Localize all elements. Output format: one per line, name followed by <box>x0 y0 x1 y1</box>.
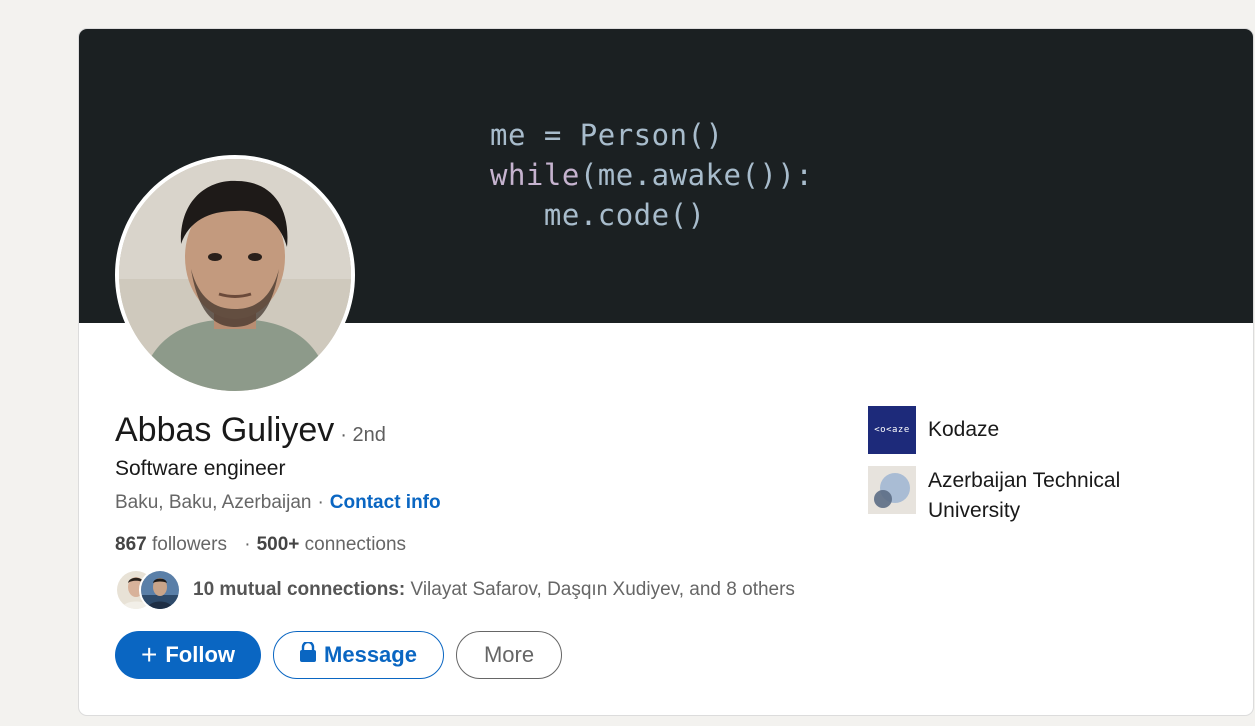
connection-degree: · 2nd <box>340 424 386 446</box>
contact-info-link[interactable]: Contact info <box>330 492 441 514</box>
name-row: Abbas Guliyev · 2nd <box>115 411 386 450</box>
atu-logo <box>868 466 916 514</box>
experience-name: Kodaze <box>928 418 1000 441</box>
banner-code-line: while(me.awake()): <box>490 155 813 195</box>
location-row: Baku, Baku, Azerbaijan · Contact info <box>115 492 441 514</box>
experience-item-atu[interactable]: Azerbaijan Technical University <box>868 466 1148 526</box>
connections-separator: · <box>244 534 251 555</box>
followers-count: 867 <box>115 534 147 555</box>
mutual-connections-text: 10 mutual connections: Vilayat Safarov, … <box>193 579 795 601</box>
connections-label: connections <box>304 534 407 555</box>
connections-stat[interactable]: 500+ connections <box>257 534 406 556</box>
followers-stat[interactable]: 867 followers <box>115 534 227 556</box>
profile-name: Abbas Guliyev <box>115 411 335 449</box>
mutual-avatar <box>139 569 181 611</box>
stats-row: 867 followers · 500+ connections <box>115 534 406 556</box>
banner-code-token: (me.awake()): <box>579 158 814 192</box>
plus-icon: + <box>140 639 158 670</box>
banner-code-token: me = Person() <box>490 118 724 152</box>
profile-avatar[interactable] <box>115 155 355 395</box>
experience-name: Azerbaijan Technical University <box>928 469 1121 522</box>
profile-location: Baku, Baku, Azerbaijan <box>115 492 312 513</box>
lock-icon <box>300 640 317 668</box>
message-label: Message <box>324 642 417 667</box>
followers-label: followers <box>151 534 227 555</box>
banner-code-line: me = Person() <box>490 115 813 155</box>
banner-code-token: me.code() <box>490 198 706 232</box>
banner-code-line: me.code() <box>490 195 813 235</box>
mutual-avatars <box>115 569 181 611</box>
experience-list: <o<aze Kodaze Azerbaijan Technical Unive… <box>868 406 1148 538</box>
connections-count: 500+ <box>256 534 300 555</box>
banner-code-token: while <box>490 158 580 192</box>
more-label: More <box>483 642 535 667</box>
banner-code-text: me = Person() while(me.awake()): me.code(… <box>490 115 813 235</box>
mutual-names: Vilayat Safarov, Daşqın Xudiyev, and 8 o… <box>410 579 795 600</box>
profile-headline: Software engineer <box>115 457 286 480</box>
kodaze-logo: <o<aze <box>868 406 916 454</box>
follow-button[interactable]: + Follow <box>115 631 261 679</box>
more-button[interactable]: More <box>456 631 562 679</box>
location-separator: · <box>317 492 324 513</box>
profile-actions: + Follow Message More <box>115 631 562 679</box>
mutual-connections[interactable]: 10 mutual connections: Vilayat Safarov, … <box>115 569 795 611</box>
experience-item-kodaze[interactable]: <o<aze Kodaze <box>868 406 1148 454</box>
follow-label: Follow <box>165 642 235 667</box>
profile-card: me = Person() while(me.awake()): me.code(… <box>78 28 1254 716</box>
message-button[interactable]: Message <box>273 631 444 679</box>
mutual-count: 10 mutual connections: <box>193 579 406 600</box>
